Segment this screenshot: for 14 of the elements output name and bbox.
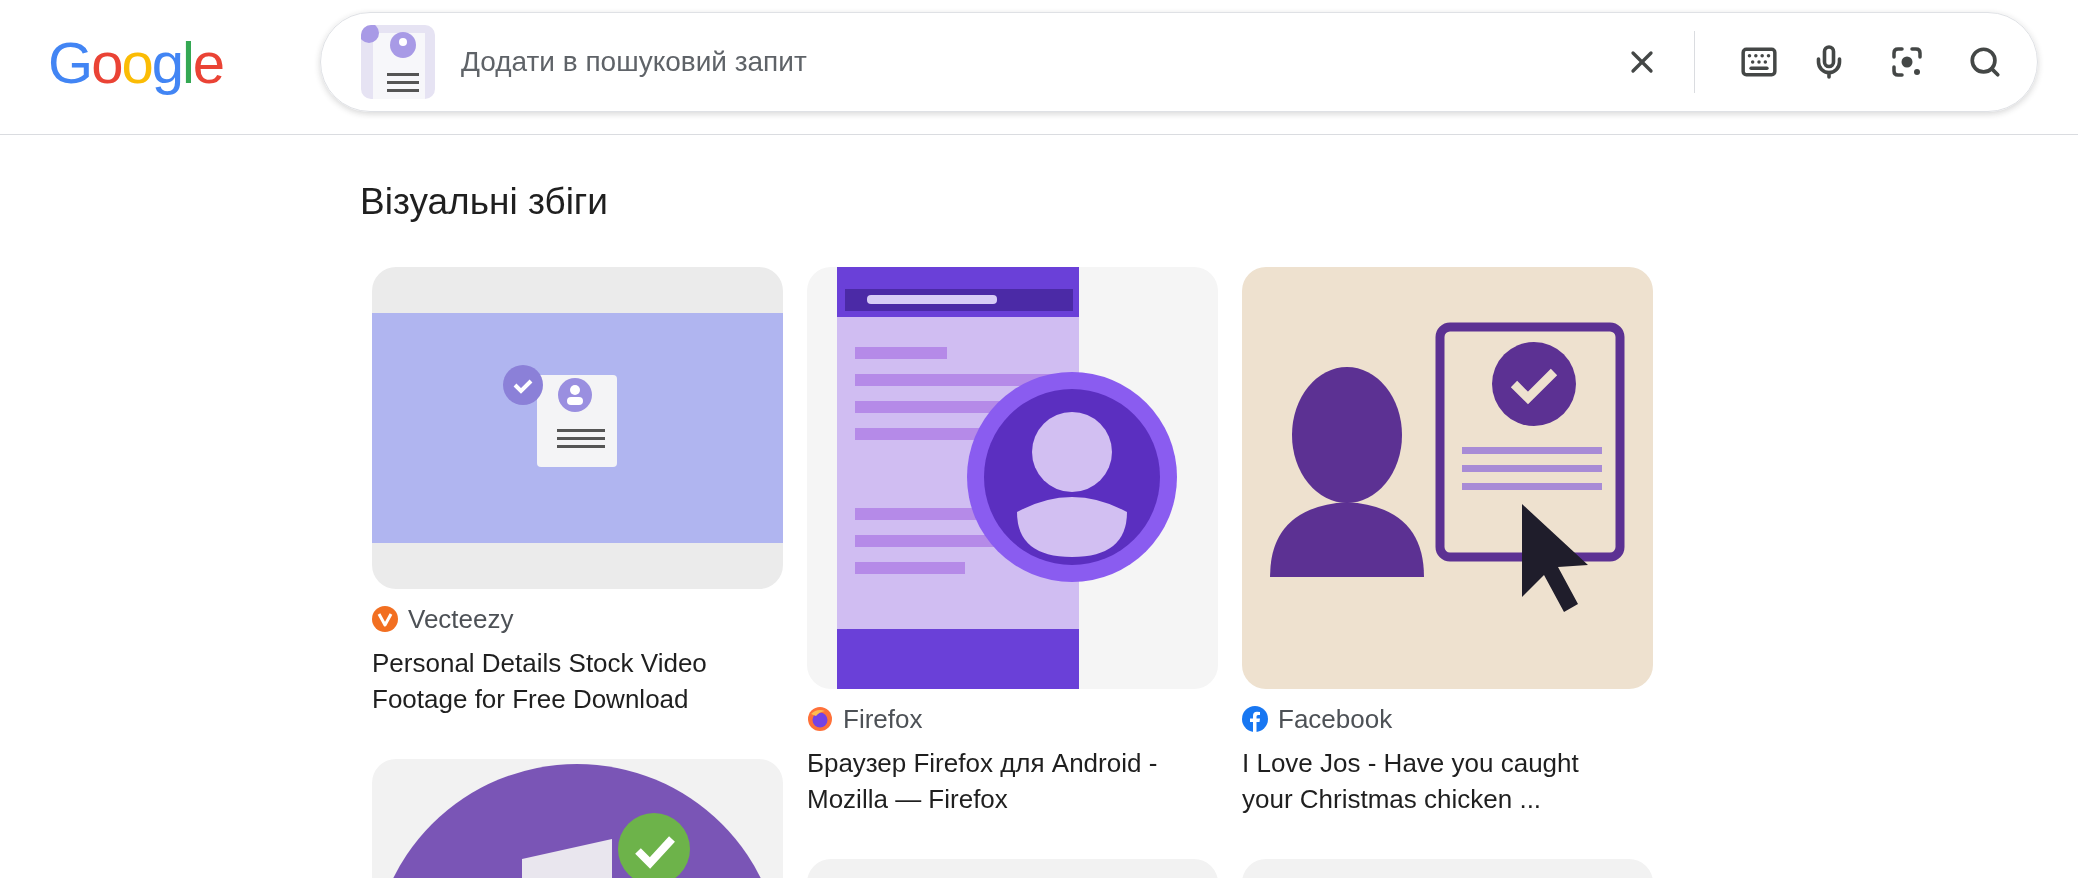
result-title-link[interactable]: I Love Jos - Have you caught your Christmas chicken ...: [1242, 745, 1653, 817]
search-icon: [1968, 45, 2002, 79]
logo[interactable]: Google: [48, 28, 228, 96]
search-input[interactable]: Додати в пошуковий запит: [459, 45, 1588, 79]
source-name: Facebook: [1278, 703, 1393, 735]
section-heading: Візуальні збіги: [360, 181, 610, 223]
f-logo-icon: [1242, 706, 1268, 732]
source-name: Vecteezy: [408, 603, 514, 635]
result-title-link[interactable]: Браузер Firefox для Android - Mozilla — Firefox: [807, 745, 1218, 817]
result-title-link[interactable]: Personal Details Stock Video Footage for Free Download: [372, 645, 783, 717]
fox-globe-icon: [807, 706, 833, 732]
v-logo-icon: [372, 606, 398, 632]
camera-lens-icon: [1889, 44, 1925, 80]
source-name: Firefox: [843, 703, 923, 735]
